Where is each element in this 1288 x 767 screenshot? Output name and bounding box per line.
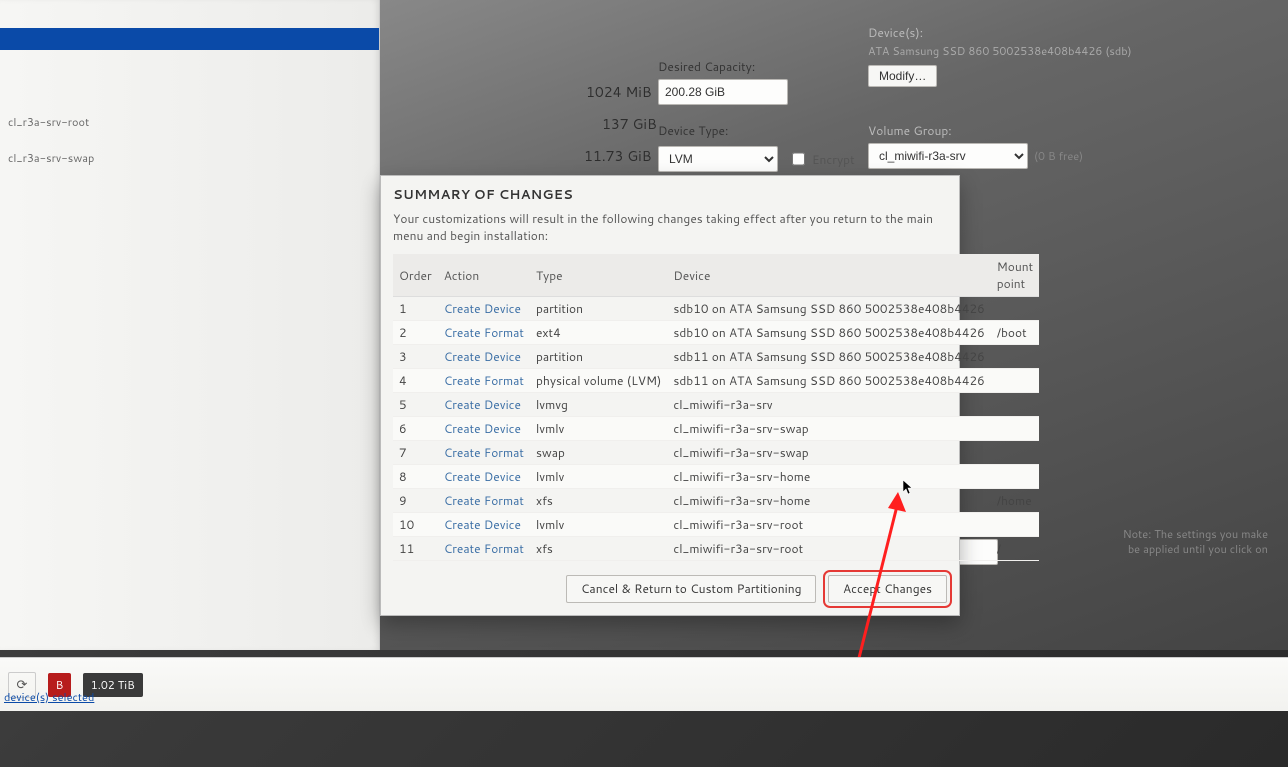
changes-table: Order Action Type Device Mount point 1Cr… — [393, 254, 1039, 561]
col-action: Action — [438, 254, 530, 297]
table-row[interactable]: 3Create Devicepartitionsdb11 on ATA Sams… — [393, 345, 1039, 369]
table-row[interactable]: 11Create Formatxfscl_miwifi-r3a-srv-root… — [393, 537, 1039, 561]
footer-bar: ⟳ B 1.02 TiB — [0, 657, 1288, 711]
table-row[interactable]: 8Create Devicelvmlvcl_miwifi-r3a-srv-hom… — [393, 465, 1039, 489]
table-row[interactable]: 4Create Formatphysical volume (LVM)sdb11… — [393, 369, 1039, 393]
volume-group-free: (0 B free) — [1034, 148, 1083, 164]
size-display: 1024 MiB — [586, 82, 652, 102]
desired-capacity-label: Desired Capacity: — [658, 58, 755, 75]
sidebar-item[interactable]: cl_r3a-srv-swap — [0, 146, 379, 170]
size-display: 11.73 GiB — [584, 146, 651, 166]
cancel-button[interactable]: Cancel & Return to Custom Partitioning — [566, 575, 817, 603]
desired-capacity-input[interactable] — [658, 79, 788, 105]
summary-dialog: SUMMARY OF CHANGES Your customizations w… — [380, 175, 960, 616]
settings-note: Note: The settings you makebe applied un… — [1123, 527, 1268, 556]
devices-label: Device(s): — [868, 24, 923, 41]
col-order: Order — [393, 254, 438, 297]
encrypt-checkbox[interactable] — [792, 146, 805, 172]
modify-button[interactable]: Modify… — [868, 65, 937, 87]
table-row[interactable]: 2Create Formatext4sdb10 on ATA Samsung S… — [393, 321, 1039, 345]
sidebar-item[interactable]: cl_r3a-srv-root — [0, 110, 379, 134]
device-type-select[interactable]: LVM — [658, 146, 778, 172]
col-device: Device — [667, 254, 990, 297]
table-row[interactable]: 10Create Devicelvmlvcl_miwifi-r3a-srv-ro… — [393, 513, 1039, 537]
devices-value: ATA Samsung SSD 860 5002538e408b4426 (sd… — [868, 43, 1132, 59]
dialog-subtitle: Your customizations will result in the f… — [393, 210, 947, 244]
table-row[interactable]: 5Create Devicelvmvgcl_miwifi-r3a-srv — [393, 393, 1039, 417]
table-row[interactable]: 9Create Formatxfscl_miwifi-r3a-srv-home/… — [393, 489, 1039, 513]
device-type-label: Device Type: — [658, 122, 728, 139]
volume-group-label: Volume Group: — [868, 122, 952, 139]
partition-sidebar[interactable]: cl_r3a-srv-root cl_r3a-srv-swap — [0, 0, 380, 650]
table-row[interactable]: 1Create Devicepartitionsdb10 on ATA Sams… — [393, 297, 1039, 321]
sidebar-item-selected[interactable] — [0, 28, 379, 50]
table-row[interactable]: 6Create Devicelvmlvcl_miwifi-r3a-srv-swa… — [393, 417, 1039, 441]
col-type: Type — [530, 254, 667, 297]
devices-selected-link[interactable]: device(s) selected — [4, 689, 94, 705]
dialog-title: SUMMARY OF CHANGES — [393, 186, 947, 204]
col-mount: Mount point — [991, 254, 1039, 297]
accept-changes-button[interactable]: Accept Changes — [828, 575, 947, 603]
size-display: 137 GiB — [602, 114, 657, 134]
encrypt-label: Encrypt — [812, 151, 855, 168]
volume-group-select[interactable]: cl_miwifi-r3a-srv — [868, 143, 1028, 169]
table-row[interactable]: 7Create Formatswapcl_miwifi-r3a-srv-swap — [393, 441, 1039, 465]
